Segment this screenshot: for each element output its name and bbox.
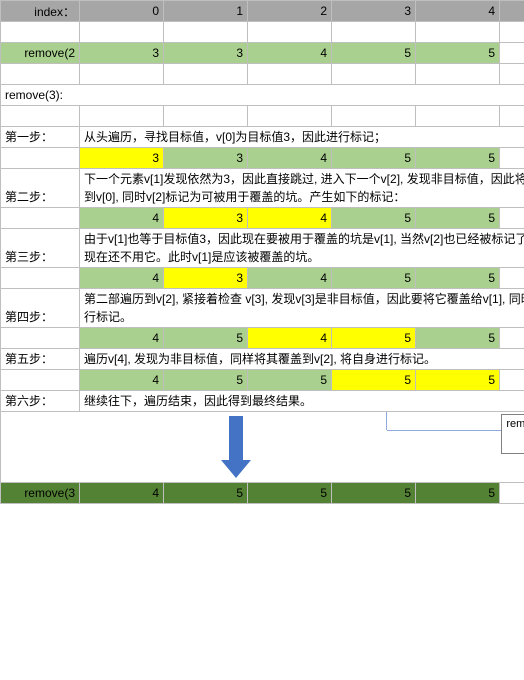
step1-c3: 5 (332, 148, 416, 169)
final-v4: 5 (416, 483, 500, 504)
arrow-row: remove的返回值 (1, 412, 524, 483)
callout-line-icon (386, 412, 387, 431)
step5-c4: 5 (416, 370, 500, 391)
index-col-5: 5 (500, 1, 524, 22)
step2-c5 (500, 208, 524, 229)
step4-c2: 4 (248, 328, 332, 349)
remove3-title-row: remove(3): (1, 85, 524, 106)
step4-c3: 5 (332, 328, 416, 349)
step2-c0: 4 (80, 208, 164, 229)
step3-c2: 4 (248, 268, 332, 289)
step2-text-row: 第二步： 下一个元素v[1]发现依然为3，因此直接跳过, 进入下一个v[2], … (1, 169, 524, 208)
remove2-v0: 3 (80, 43, 164, 64)
step1-c5 (500, 148, 524, 169)
step2-c4: 5 (416, 208, 500, 229)
remove3-title: remove(3): (1, 85, 524, 106)
step6-text: 继续往下，遍历结束，因此得到最终结果。 (80, 391, 524, 412)
step4-array-row: 4 5 4 5 5 (1, 328, 524, 349)
index-col-3: 3 (332, 1, 416, 22)
step1-array-row: 3 3 4 5 5 (1, 148, 524, 169)
step5-c3: 5 (332, 370, 416, 391)
step3-c1: 3 (164, 268, 248, 289)
remove2-v1: 3 (164, 43, 248, 64)
index-col-1: 1 (164, 1, 248, 22)
step1-text-row: 第一步： 从头遍历，寻找目标值，v[0]为目标值3，因此进行标记； (1, 127, 524, 148)
step5-text: 遍历v[4], 发现为非目标值，同样将其覆盖到v[2], 将自身进行标记。 (80, 349, 524, 370)
step6-text-row: 第六步： 继续往下，遍历结束，因此得到最终结果。 (1, 391, 524, 412)
step4-c1: 5 (164, 328, 248, 349)
remove2-v4: 5 (416, 43, 500, 64)
remove2-row: remove(2 3 3 4 5 5 (1, 43, 524, 64)
step2-label: 第二步： (1, 169, 80, 208)
index-col-2: 2 (248, 1, 332, 22)
remove2-v5 (500, 43, 524, 64)
step3-text-row: 第三步： 由于v[1]也等于目标值3，因此现在要被用于覆盖的坑是v[1], 当然… (1, 229, 524, 268)
final-row: remove(3 4 5 5 5 5 (1, 483, 524, 504)
step3-c3: 5 (332, 268, 416, 289)
step1-text: 从头遍历，寻找目标值，v[0]为目标值3，因此进行标记； (80, 127, 524, 148)
index-col-4: 4 (416, 1, 500, 22)
final-v2: 5 (248, 483, 332, 504)
step5-text-row: 第五步： 遍历v[4], 发现为非目标值，同样将其覆盖到v[2], 将自身进行标… (1, 349, 524, 370)
step5-c2: 5 (248, 370, 332, 391)
step3-c4: 5 (416, 268, 500, 289)
step3-c5 (500, 268, 524, 289)
step1-label: 第一步： (1, 127, 80, 148)
step1-c0: 3 (80, 148, 164, 169)
step4-c5 (500, 328, 524, 349)
final-v3: 5 (332, 483, 416, 504)
final-v1: 5 (164, 483, 248, 504)
step2-array-row: 4 3 4 5 5 (1, 208, 524, 229)
step4-text-row: 第四步： 第二部遍历到v[2], 紧接着检查 v[3], 发现v[3]是非目标值… (1, 289, 524, 328)
step1-c1: 3 (164, 148, 248, 169)
step1-c4: 5 (416, 148, 500, 169)
step2-c3: 5 (332, 208, 416, 229)
step2-c2: 4 (248, 208, 332, 229)
worksheet: index： 0 1 2 3 4 5 remove(2 3 3 4 5 5 re… (0, 0, 524, 504)
step2-c1: 3 (164, 208, 248, 229)
final-v5 (500, 483, 524, 504)
step4-label: 第四步： (1, 289, 80, 328)
step3-array-row: 4 3 4 5 5 (1, 268, 524, 289)
step5-c5 (500, 370, 524, 391)
index-header-row: index： 0 1 2 3 4 5 (1, 1, 524, 22)
index-label: index： (1, 1, 80, 22)
step5-c0: 4 (80, 370, 164, 391)
step4-c0: 4 (80, 328, 164, 349)
index-col-0: 0 (80, 1, 164, 22)
final-v0: 4 (80, 483, 164, 504)
step6-label: 第六步： (1, 391, 80, 412)
step5-array-row: 4 5 5 5 5 (1, 370, 524, 391)
step5-c1: 5 (164, 370, 248, 391)
return-value-note: remove的返回值 (501, 414, 524, 454)
remove2-v3: 5 (332, 43, 416, 64)
step3-label: 第三步： (1, 229, 80, 268)
step2-text: 下一个元素v[1]发现依然为3，因此直接跳过, 进入下一个v[2], 发现非目标… (80, 169, 524, 208)
remove2-label: remove(2 (1, 43, 80, 64)
step1-c2: 4 (248, 148, 332, 169)
step4-text: 第二部遍历到v[2], 紧接着检查 v[3], 发现v[3]是非目标值，因此要将… (80, 289, 524, 328)
callout-line-icon (387, 430, 507, 431)
step4-c4: 5 (416, 328, 500, 349)
step3-c0: 4 (80, 268, 164, 289)
down-arrow-icon (221, 416, 251, 476)
final-label: remove(3 (1, 483, 80, 504)
step5-label: 第五步： (1, 349, 80, 370)
remove2-v2: 4 (248, 43, 332, 64)
step3-text: 由于v[1]也等于目标值3，因此现在要被用于覆盖的坑是v[1], 当然v[2]也… (80, 229, 524, 268)
